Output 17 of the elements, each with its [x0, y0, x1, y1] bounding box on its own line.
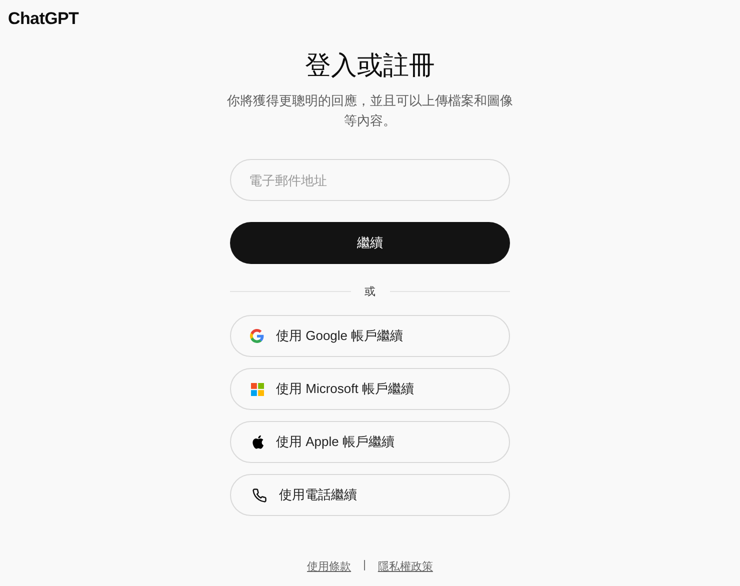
sign-in-option-button[interactable]: 使用 Microsoft 帳戶繼續	[230, 368, 510, 410]
footer-link[interactable]: 隱私權政策	[378, 559, 433, 574]
subtitle: 你將獲得更聰明的回應，並且可以上傳檔案和圖像等內容。	[226, 92, 514, 130]
windows-logo-icon	[251, 382, 264, 396]
email-field[interactable]: 電子郵件地址	[230, 159, 510, 201]
separator: |	[363, 559, 366, 573]
sign-in-option-button[interactable]: 使用 Apple 帳戶繼續	[230, 421, 510, 463]
phone-icon	[252, 488, 267, 502]
page-title: 登入或註冊	[305, 49, 435, 82]
logo[interactable]: ChatGPT	[8, 9, 79, 29]
apple-icon	[252, 435, 264, 449]
sign-in-option-button[interactable]: 使用電話繼續	[230, 474, 510, 516]
google-icon	[250, 329, 264, 343]
footer-link[interactable]: 使用條款	[307, 559, 352, 574]
continue-button[interactable]: 繼續	[230, 222, 510, 264]
sign-in-option-button[interactable]: 使用 Google 帳戶繼續	[230, 315, 510, 357]
divider-label: 或	[364, 285, 376, 299]
